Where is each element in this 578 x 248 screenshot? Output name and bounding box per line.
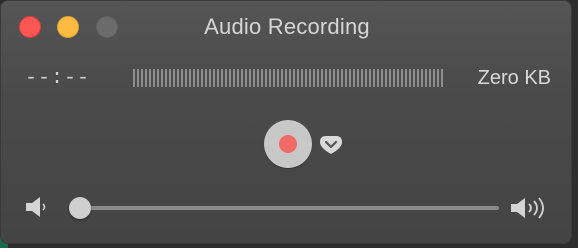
level-meter-tick xyxy=(409,69,411,87)
level-meter-tick xyxy=(169,69,171,87)
level-meter-tick xyxy=(181,69,183,87)
level-meter-tick xyxy=(293,69,295,87)
level-meter-tick xyxy=(281,69,283,87)
level-meter-tick xyxy=(177,69,179,87)
level-meter-tick xyxy=(229,69,231,87)
level-meter-tick xyxy=(433,69,435,87)
level-meter-tick xyxy=(337,69,339,87)
volume-slider-track[interactable] xyxy=(79,206,499,210)
level-meter-tick xyxy=(365,69,367,87)
chevron-down-icon xyxy=(320,136,342,154)
level-meter-tick xyxy=(189,69,191,87)
level-meter-tick xyxy=(369,69,371,87)
level-meter-tick xyxy=(425,69,427,87)
level-meter-tick xyxy=(217,69,219,87)
level-meter-tick xyxy=(221,69,223,87)
level-meter-tick xyxy=(237,69,239,87)
level-meter-tick xyxy=(429,69,431,87)
level-meter-tick xyxy=(401,69,403,87)
level-meter-tick xyxy=(253,69,255,87)
level-meter-tick xyxy=(137,69,139,87)
level-meter-tick xyxy=(357,69,359,87)
level-meter-tick xyxy=(257,69,259,87)
volume-slider-knob[interactable] xyxy=(69,197,91,219)
level-meter-tick xyxy=(241,69,243,87)
level-meter-tick xyxy=(377,69,379,87)
level-meter-tick xyxy=(153,69,155,87)
level-meter-tick xyxy=(201,69,203,87)
level-meter-tick xyxy=(349,69,351,87)
level-meter-tick xyxy=(305,69,307,87)
level-meter-tick xyxy=(165,69,167,87)
level-meter-tick xyxy=(441,69,443,87)
level-meter-tick xyxy=(197,69,199,87)
level-meter-tick xyxy=(245,69,247,87)
elapsed-time: --:-- xyxy=(25,67,91,90)
level-meter-tick xyxy=(225,69,227,87)
level-meter-tick xyxy=(289,69,291,87)
speaker-high-icon xyxy=(511,197,544,219)
level-meter-tick xyxy=(149,69,151,87)
level-meter-tick xyxy=(325,69,327,87)
level-meter-tick xyxy=(389,69,391,87)
level-meter-tick xyxy=(413,69,415,87)
level-meter-tick xyxy=(133,69,135,87)
level-meter-tick xyxy=(157,69,159,87)
level-meter-tick xyxy=(417,69,419,87)
level-meter-tick xyxy=(205,69,207,87)
level-meter-tick xyxy=(397,69,399,87)
audio-recording-window: Audio Recording --:-- Zero KB xyxy=(0,0,572,244)
file-size: Zero KB xyxy=(477,67,551,89)
level-meter-tick xyxy=(313,69,315,87)
level-meter-tick xyxy=(309,69,311,87)
record-icon xyxy=(279,135,297,153)
level-meter-tick xyxy=(373,69,375,87)
level-meter-tick xyxy=(421,69,423,87)
level-meter-tick xyxy=(393,69,395,87)
window-title: Audio Recording xyxy=(204,14,370,39)
level-meter-tick xyxy=(385,69,387,87)
level-meter-tick xyxy=(233,69,235,87)
level-meter-tick xyxy=(185,69,187,87)
level-meter-tick xyxy=(333,69,335,87)
level-meter-tick xyxy=(317,69,319,87)
level-meter-tick xyxy=(353,69,355,87)
level-meter-tick xyxy=(297,69,299,87)
level-meter-tick xyxy=(273,69,275,87)
audio-level-meter xyxy=(133,69,445,87)
level-meter-tick xyxy=(345,69,347,87)
record-button[interactable] xyxy=(264,120,312,168)
options-button[interactable] xyxy=(317,134,345,156)
level-meter-tick xyxy=(145,69,147,87)
level-meter-tick xyxy=(249,69,251,87)
level-meter-tick xyxy=(213,69,215,87)
speaker-low-icon xyxy=(26,197,46,217)
level-meter-tick xyxy=(193,69,195,87)
level-meter-tick xyxy=(405,69,407,87)
level-meter-tick xyxy=(437,69,439,87)
level-meter-tick xyxy=(261,69,263,87)
level-meter-tick xyxy=(173,69,175,87)
level-meter-tick xyxy=(329,69,331,87)
level-meter-tick xyxy=(209,69,211,87)
level-meter-tick xyxy=(321,69,323,87)
level-meter-tick xyxy=(381,69,383,87)
level-meter-tick xyxy=(301,69,303,87)
level-meter-tick xyxy=(285,69,287,87)
level-meter-tick xyxy=(277,69,279,87)
level-meter-tick xyxy=(341,69,343,87)
level-meter-tick xyxy=(269,69,271,87)
level-meter-tick xyxy=(161,69,163,87)
level-meter-tick xyxy=(141,69,143,87)
level-meter-tick xyxy=(361,69,363,87)
level-meter-tick xyxy=(265,69,267,87)
